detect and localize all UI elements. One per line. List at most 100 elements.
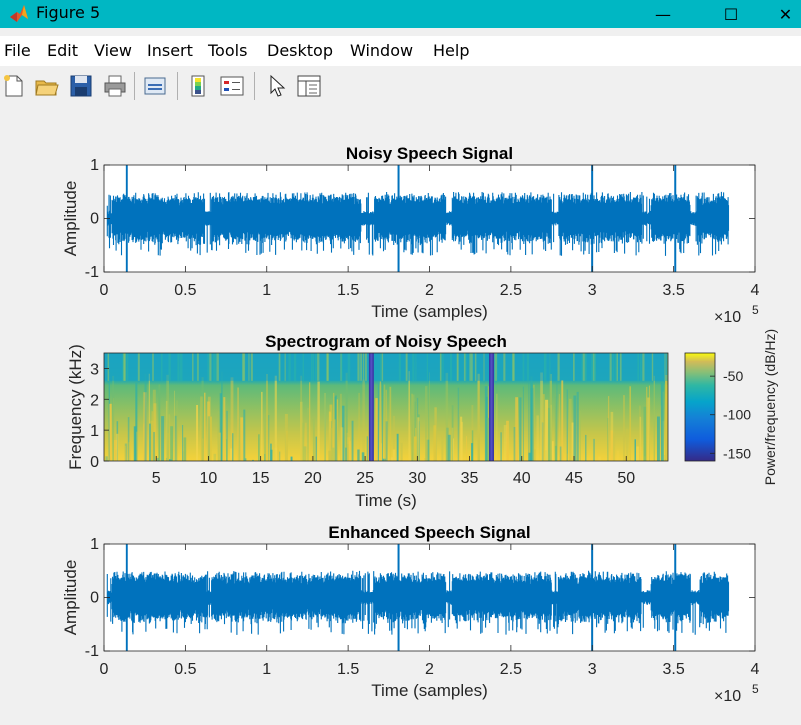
new-figure-icon[interactable] — [1, 73, 27, 99]
spectrogram-texture — [471, 353, 473, 381]
spectrogram-texture — [328, 450, 332, 461]
spectrogram-texture — [153, 432, 155, 461]
spectrogram-texture — [664, 353, 666, 381]
spectrogram-texture — [346, 432, 349, 461]
spectrogram-texture — [441, 433, 444, 461]
spectrogram-texture — [226, 439, 227, 461]
spectrogram-texture — [457, 387, 460, 461]
menu-window[interactable]: Window — [350, 41, 413, 60]
spectrogram-texture — [279, 451, 281, 461]
spectrogram-texture — [478, 424, 480, 461]
spectrogram-texture — [551, 441, 554, 461]
x-tick-label: 50 — [617, 470, 635, 487]
spectrogram-texture — [264, 413, 266, 461]
open-file-icon[interactable] — [34, 73, 60, 99]
spectrogram-texture — [544, 353, 547, 381]
spectrogram-texture — [545, 399, 549, 461]
y-tick-label: 1 — [90, 157, 99, 174]
spectrogram-texture — [116, 433, 119, 461]
spectrogram-texture — [345, 447, 347, 461]
menu-desktop[interactable]: Desktop — [267, 41, 333, 60]
menu-edit[interactable]: Edit — [47, 41, 78, 60]
menu-insert[interactable]: Insert — [147, 41, 193, 60]
spectrogram-texture — [284, 353, 286, 381]
y-tick-label: 1 — [90, 423, 99, 440]
spectrogram-texture — [566, 389, 568, 461]
spectrogram-silence-band — [490, 353, 493, 461]
menu-view[interactable]: View — [94, 41, 132, 60]
spectrogram-texture — [315, 436, 317, 461]
spectrogram-texture — [612, 432, 616, 461]
spectrogram-texture — [192, 353, 194, 381]
save-icon[interactable] — [68, 73, 94, 99]
spectrogram-texture — [349, 441, 351, 461]
spectrogram-texture — [242, 353, 245, 381]
property-inspector-icon[interactable] — [296, 73, 322, 99]
spectrogram-texture — [309, 382, 311, 461]
x-tick-label: 45 — [565, 470, 583, 487]
x-tick-label: 1 — [262, 661, 271, 678]
spectrogram-texture — [232, 433, 234, 461]
x-tick-label: 4 — [751, 661, 760, 678]
spectrogram-texture — [381, 353, 384, 381]
chart-title: Enhanced Speech Signal — [328, 523, 530, 542]
spectrogram-texture — [584, 353, 587, 381]
spectrogram-texture — [332, 447, 335, 461]
spectrogram-texture — [433, 425, 436, 461]
spectrogram-texture — [357, 353, 360, 381]
x-tick-label: 25 — [356, 470, 374, 487]
spectrogram-texture — [176, 400, 178, 461]
maximize-button[interactable]: ☐ — [708, 0, 754, 28]
x-tick-label: 0.5 — [174, 661, 196, 678]
x-tick-label: 1 — [262, 282, 271, 299]
spectrogram-texture — [174, 390, 175, 461]
spectrogram-texture — [495, 449, 498, 461]
spectrogram-texture — [136, 431, 138, 461]
close-button[interactable]: ✕ — [770, 0, 801, 28]
pointer-icon[interactable] — [263, 73, 289, 99]
spectrogram-texture — [573, 353, 575, 381]
spectrogram-texture — [634, 439, 636, 461]
menu-tools[interactable]: Tools — [208, 41, 247, 60]
menu-help[interactable]: Help — [433, 41, 469, 60]
spectrogram-texture — [385, 389, 387, 461]
spectrogram-texture — [642, 353, 645, 381]
toolbar-separator — [134, 72, 135, 100]
x-exponent-label: ×10 — [714, 309, 741, 326]
spectrogram-texture — [302, 353, 304, 381]
x-axis-label: Time (samples) — [371, 681, 488, 700]
colorbar — [684, 352, 716, 462]
spectrogram-texture — [268, 415, 270, 461]
x-tick-label: 3 — [588, 282, 597, 299]
spectrogram-texture — [248, 353, 250, 381]
spectrogram-texture — [156, 457, 159, 461]
minimize-button[interactable]: — — [640, 0, 686, 28]
spectrogram-texture — [636, 446, 639, 461]
spectrogram-texture — [270, 443, 272, 461]
spectrogram-texture — [125, 446, 126, 461]
spectrogram-texture — [415, 353, 417, 381]
x-tick-label: 1.5 — [337, 661, 359, 678]
spectrogram-texture — [237, 387, 239, 461]
spectrogram-texture — [109, 403, 112, 461]
print-icon[interactable] — [102, 73, 128, 99]
spectrogram-texture — [573, 395, 577, 461]
spectrogram-texture — [144, 374, 147, 461]
spectrogram-texture — [660, 383, 664, 461]
y-tick-label: 2 — [90, 392, 99, 409]
spectrogram-texture — [278, 353, 281, 381]
legend-icon[interactable] — [219, 73, 245, 99]
colorbar-tick-label: -100 — [723, 407, 751, 423]
spectrogram-texture — [494, 353, 497, 381]
spectrogram-texture — [165, 457, 168, 461]
colorbar-icon[interactable] — [186, 73, 212, 99]
spectrogram-texture — [609, 353, 612, 381]
spectrogram-texture — [223, 397, 226, 461]
link-plot-icon[interactable] — [142, 73, 168, 99]
spectrogram-texture — [112, 375, 115, 461]
spectrogram-texture — [327, 353, 329, 381]
menu-file[interactable]: File — [4, 41, 31, 60]
spectrogram-texture — [653, 375, 655, 461]
spectrogram-texture — [277, 445, 279, 461]
spectrogram-texture — [579, 410, 581, 461]
